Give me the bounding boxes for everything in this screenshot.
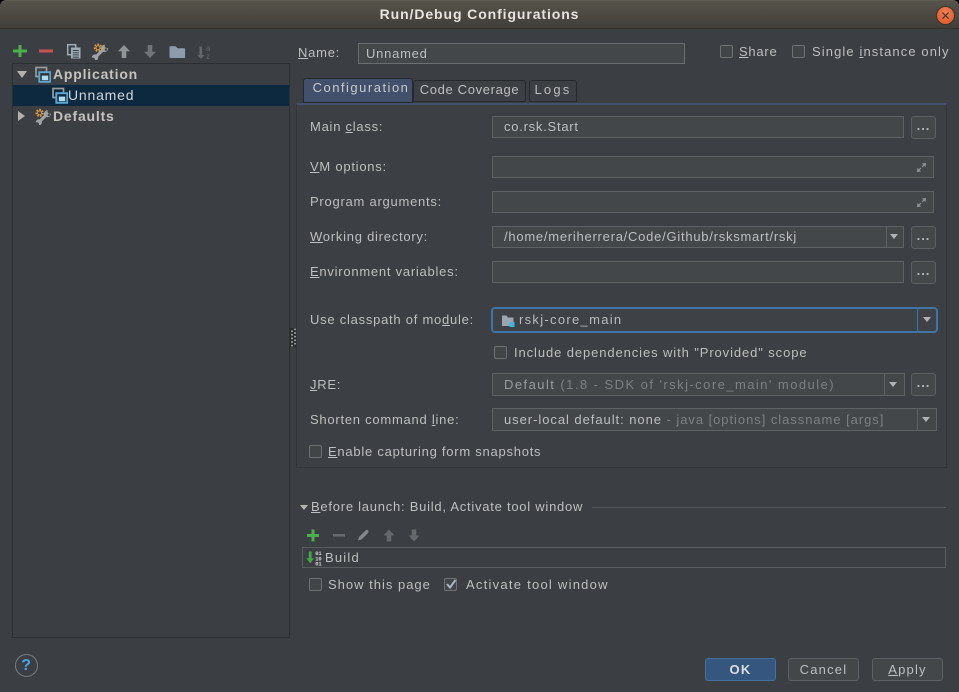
svg-text:01: 01 bbox=[315, 562, 321, 566]
svg-text:z: z bbox=[206, 52, 211, 60]
